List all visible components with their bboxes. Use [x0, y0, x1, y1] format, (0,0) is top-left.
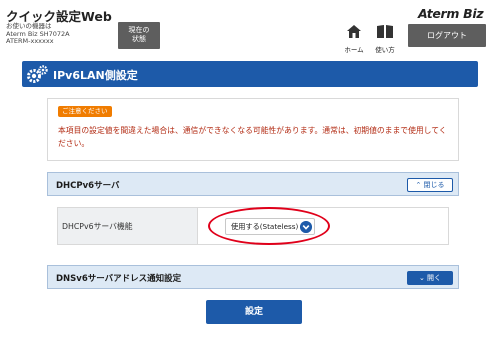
collapse-label: 閉じる: [423, 181, 445, 189]
help-label: 使い方: [375, 46, 395, 54]
submit-button[interactable]: 設定: [206, 300, 302, 324]
chevron-up-icon: ⌃: [415, 181, 422, 189]
expand-label: 開く: [427, 274, 442, 282]
caution-badge: ご注意ください: [58, 106, 112, 117]
dnsv6-expand-button[interactable]: ⌄ 開く: [407, 271, 453, 285]
help-button[interactable]: 使い方: [373, 24, 397, 54]
current-status-label-2: 状態: [132, 35, 146, 43]
dhcpv6-server-label: DHCPv6サーバ機能: [62, 222, 133, 231]
caution-text: 本項目の設定値を間違えた場合は、通信ができなくなる可能性があります。通常は、初期…: [58, 126, 447, 148]
current-status-button[interactable]: 現在の 状態: [118, 22, 160, 49]
dhcpv6-section-title: DHCPv6サーバ: [56, 181, 120, 191]
highlight-ring: [208, 207, 330, 245]
book-icon: [377, 25, 393, 38]
dhcpv6-section-header: DHCPv6サーバ ⌃ 閉じる: [47, 172, 459, 196]
page-title: IPv6LAN側設定: [53, 69, 138, 82]
dnsv6-section-header: DNSv6サーバアドレス通知設定 ⌄ 開く: [47, 265, 459, 289]
row-label-cell: DHCPv6サーバ機能: [58, 208, 198, 244]
gear-icon: [27, 65, 48, 83]
home-label: ホーム: [344, 46, 364, 54]
brand-logo: Aterm Biz: [418, 6, 484, 21]
header: クイック設定Web お使いの機器は Aterm Biz SH7072A ATER…: [0, 0, 500, 58]
logout-button[interactable]: ログアウト: [408, 24, 486, 47]
dhcpv6-collapse-button[interactable]: ⌃ 閉じる: [407, 178, 453, 192]
caution-box: ご注意ください 本項目の設定値を間違えた場合は、通信ができなくなる可能性がありま…: [47, 98, 459, 161]
device-info: お使いの機器は Aterm Biz SH7072A ATERM-xxxxxx: [6, 22, 70, 46]
home-button[interactable]: ホーム: [342, 24, 366, 54]
page-title-bar: IPv6LAN側設定: [22, 61, 478, 87]
dnsv6-section-title: DNSv6サーバアドレス通知設定: [56, 274, 182, 284]
chevron-down-icon: ⌄: [418, 274, 425, 282]
device-info-name: ATERM-xxxxxx: [6, 37, 54, 45]
caution-badge-label: ご注意ください: [62, 107, 108, 115]
home-icon: [347, 25, 361, 38]
current-status-label-1: 現在の: [128, 26, 150, 34]
